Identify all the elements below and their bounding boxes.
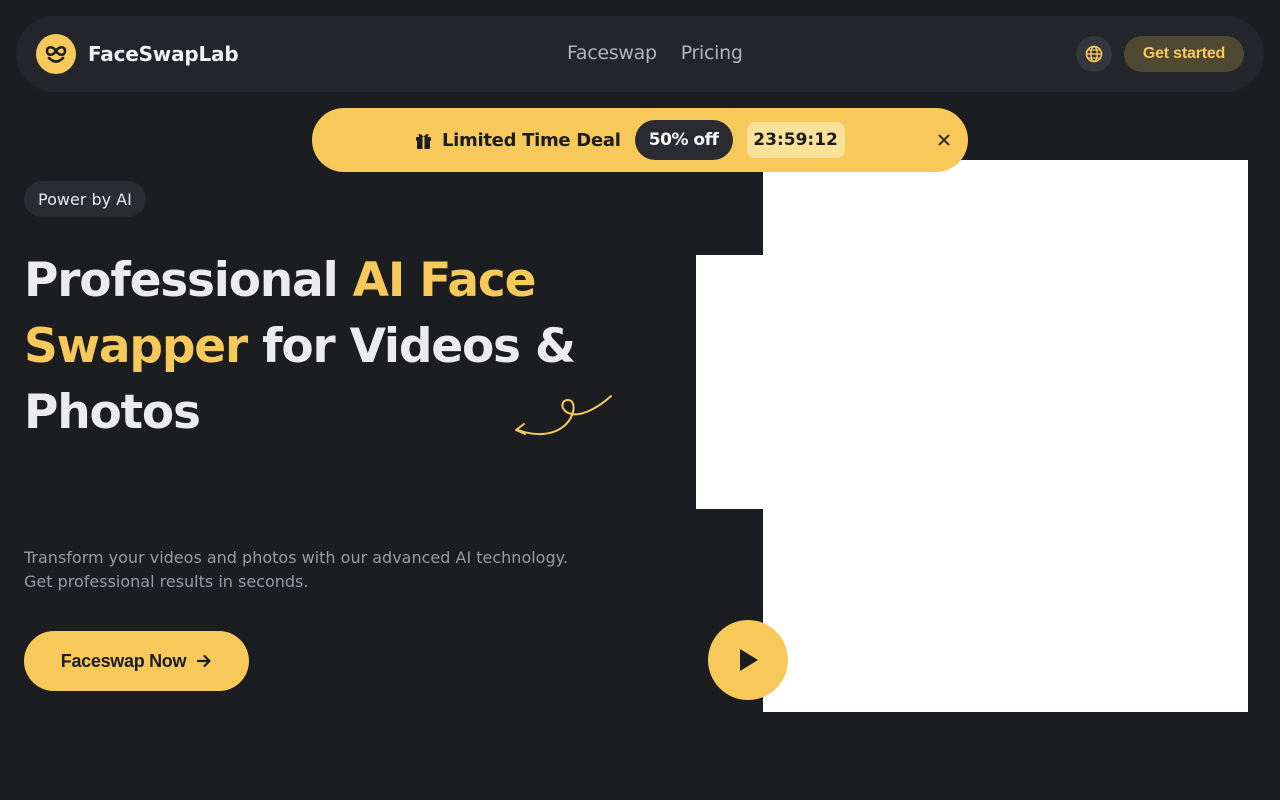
ai-badge: Power by AI [24, 181, 146, 217]
close-banner-button[interactable] [934, 130, 954, 150]
arrow-right-icon [196, 653, 212, 669]
countdown-timer: 23:59:12 [746, 122, 845, 158]
language-button[interactable] [1076, 36, 1112, 72]
faceswap-now-label: Faceswap Now [60, 650, 187, 671]
deal-title: Limited Time Deal [442, 129, 621, 151]
hero-description-line2: Get professional results in seconds. [24, 572, 309, 591]
close-icon [938, 134, 950, 146]
globe-icon [1085, 45, 1103, 63]
get-started-button[interactable]: Get started [1124, 36, 1244, 72]
play-button[interactable] [708, 620, 788, 700]
brand-name: FaceSwapLab [88, 42, 239, 66]
faceswap-now-button[interactable]: Faceswap Now [24, 631, 249, 691]
hero-description-line1: Transform your videos and photos with ou… [24, 548, 568, 567]
deal-banner: Limited Time Deal 50% off 23:59:12 [312, 108, 968, 172]
brand-logo[interactable]: FaceSwapLab [36, 34, 239, 74]
main-nav: Faceswap Pricing [567, 42, 743, 64]
nav-item-faceswap[interactable]: Faceswap [567, 42, 657, 64]
gift-icon [416, 133, 431, 149]
squiggle-arrow-icon [515, 395, 612, 436]
preview-video[interactable] [763, 160, 1248, 712]
hero-description: Transform your videos and photos with ou… [24, 546, 624, 594]
infinity-face-icon [36, 34, 76, 74]
hero-title-part1: Professional [24, 253, 353, 308]
play-icon [740, 649, 758, 671]
nav-item-pricing[interactable]: Pricing [681, 42, 743, 64]
discount-badge: 50% off [634, 120, 733, 160]
site-header: FaceSwapLab Faceswap Pricing Get started [16, 16, 1264, 92]
preview-image-secondary [696, 255, 764, 509]
